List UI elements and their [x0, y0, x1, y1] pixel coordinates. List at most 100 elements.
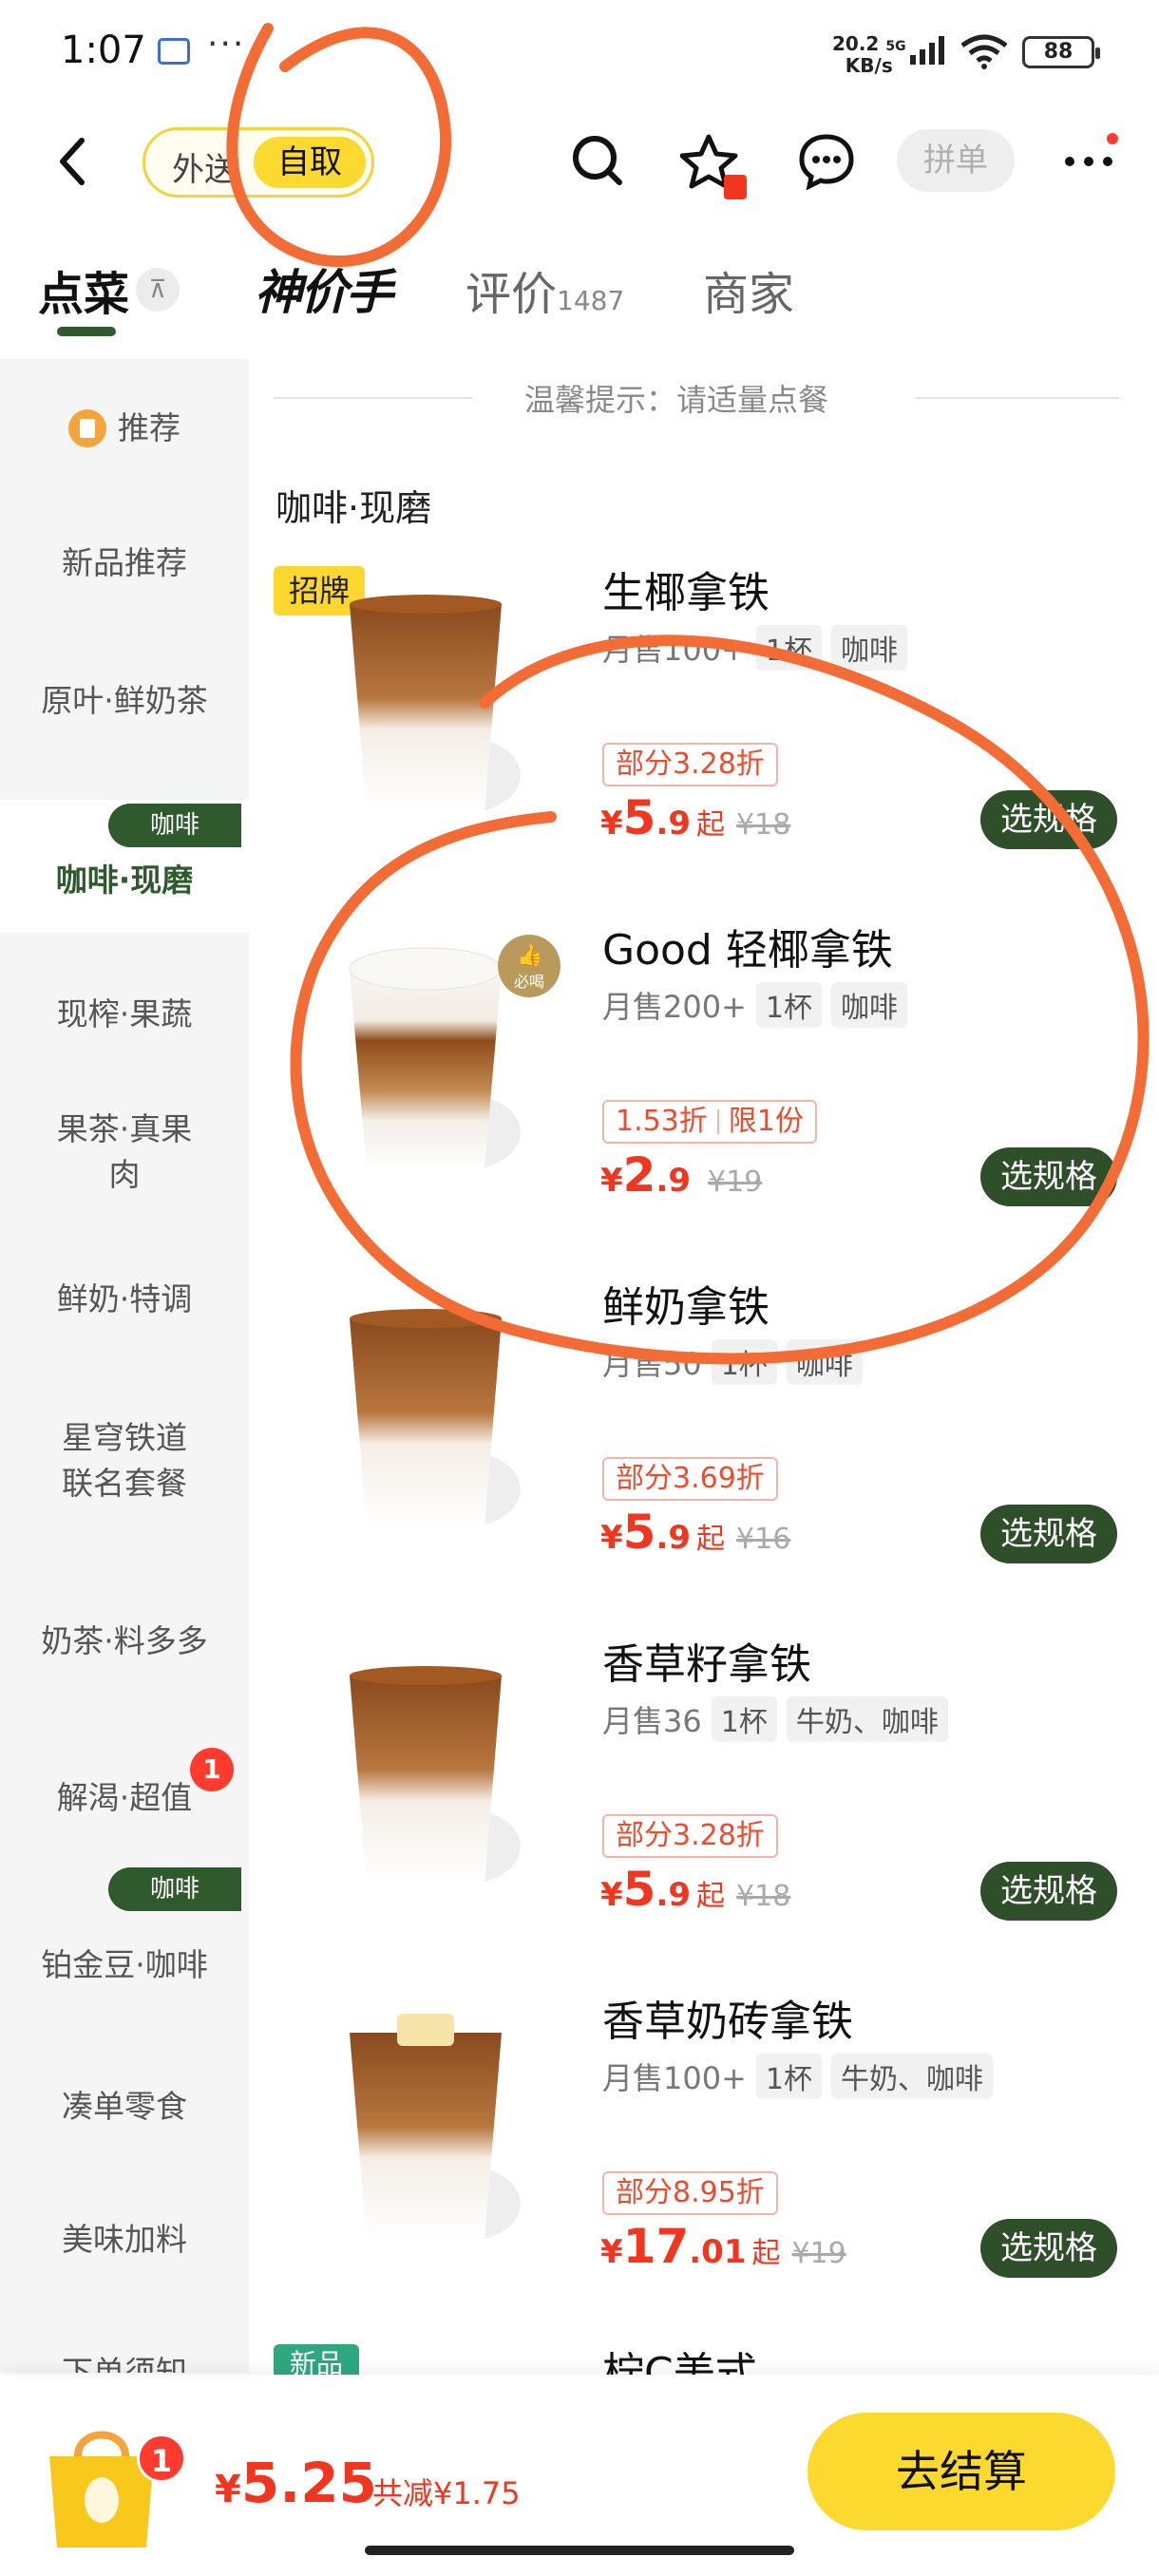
- delivery-option[interactable]: 外送: [172, 143, 237, 190]
- more-notifications-icon: ···: [207, 25, 246, 64]
- product-price: ¥17.01 起 ¥19: [600, 2219, 846, 2274]
- category-tag: 咖啡: [786, 1339, 863, 1385]
- product-card[interactable]: 必喝 Good 轻椰拿铁 月售200+ 1杯 咖啡 1.53折 限1份 ¥2.9…: [249, 916, 1159, 1273]
- delivery-mode-toggle[interactable]: 外送 自取: [142, 127, 374, 198]
- cart-total: ¥5.25: [215, 2451, 377, 2515]
- product-name: 香草籽拿铁: [602, 1640, 811, 1689]
- sidebar-item-label: 鲜奶·特调: [56, 1280, 193, 1317]
- search-icon[interactable]: [570, 133, 627, 190]
- discount-tag: 部分3.28折: [602, 743, 778, 786]
- sidebar-item-label: 解渴·超值: [56, 1779, 193, 1816]
- back-button[interactable]: [49, 133, 97, 190]
- discount-text: 1.53折: [616, 1105, 708, 1138]
- collapse-icon[interactable]: ⊼: [136, 268, 180, 312]
- sidebar-badge: 1: [190, 1748, 234, 1791]
- monthly-sales: 月售200+: [602, 989, 747, 1025]
- size-tag: 1杯: [755, 982, 822, 1028]
- tab-reviews[interactable]: 评价1487: [466, 256, 624, 323]
- sidebar-item-milk-tea[interactable]: 奶茶·料多多: [0, 1584, 249, 1698]
- discount-text: 部分8.95折: [616, 2176, 765, 2209]
- discount-text: 部分3.69折: [616, 1462, 765, 1495]
- product-meta: 月售100+ 1杯 牛奶、咖啡: [602, 2054, 993, 2099]
- select-spec-button[interactable]: 选规格: [980, 790, 1117, 849]
- group-order-button[interactable]: 拼单: [897, 129, 1015, 192]
- product-image: [350, 1666, 521, 1885]
- tab-brand[interactable]: 神价手: [255, 255, 393, 323]
- sidebar-item-label: 星穹铁道联名套餐: [62, 1419, 187, 1502]
- discount-tag: 部分3.69折: [602, 1457, 778, 1501]
- sidebar-item-label: 奶茶·料多多: [41, 1622, 208, 1659]
- tab-reviews-count: 1487: [557, 285, 625, 316]
- more-options-icon[interactable]: [1060, 142, 1117, 180]
- category-sidebar[interactable]: 推荐 新品推荐 原叶·鲜奶茶 咖啡·现磨 咖啡 现榨·果蔬 果茶·真果肉 鲜奶·…: [0, 359, 249, 2373]
- size-tag: 1杯: [755, 625, 822, 671]
- cart-saved: 共减¥1.75: [372, 2475, 521, 2511]
- sidebar-item-addons[interactable]: 美味加料: [0, 2192, 249, 2287]
- wifi-icon: [960, 34, 1008, 69]
- home-indicator[interactable]: [365, 2546, 794, 2555]
- product-card[interactable]: 新品 柠C美式: [249, 2344, 1159, 2375]
- sidebar-tag-coffee: 咖啡: [108, 804, 241, 847]
- select-spec-button[interactable]: 选规格: [980, 1147, 1117, 1206]
- sidebar-item-notice[interactable]: 下单须知: [0, 2325, 249, 2373]
- category-tag: 咖啡: [831, 625, 907, 671]
- recommend-icon: [68, 409, 106, 447]
- product-card[interactable]: 鲜奶拿铁 月售50 1杯 咖啡 部分3.69折 ¥5.9 起 ¥16 选规格: [249, 1273, 1159, 1630]
- size-tag: 1杯: [711, 1339, 777, 1385]
- sidebar-item-snacks[interactable]: 凑单零食: [0, 2059, 249, 2154]
- status-time: 1:07: [61, 28, 146, 72]
- category-tag: 牛奶、咖啡: [786, 1696, 948, 1742]
- mail-notification-icon: [158, 38, 190, 65]
- network-speed: 20.2 5G KB/s: [832, 32, 906, 77]
- checkout-button[interactable]: 去结算: [808, 2413, 1115, 2530]
- product-image: [350, 2014, 521, 2242]
- sidebar-item-fruit-tea[interactable]: 果茶·真果肉: [0, 1081, 249, 1223]
- product-price: ¥5.9 起 ¥18: [600, 790, 791, 845]
- product-name: 柠C美式: [602, 2349, 757, 2375]
- select-spec-button[interactable]: 选规格: [980, 1505, 1117, 1563]
- product-card[interactable]: 招牌 生椰拿铁 月售100+ 1杯 咖啡 部分3.28折 ¥5.9 起 ¥18 选…: [249, 559, 1159, 916]
- tab-merchant[interactable]: 商家: [703, 256, 794, 323]
- discount-tag: 部分3.28折: [602, 1814, 778, 1858]
- sidebar-item-tea[interactable]: 原叶·鲜奶茶: [0, 635, 249, 767]
- sidebar-item-recommend[interactable]: 推荐: [0, 376, 249, 481]
- product-image: [350, 1309, 521, 1527]
- size-tag: 1杯: [711, 1696, 777, 1742]
- category-tag: 牛奶、咖啡: [831, 2054, 993, 2099]
- sidebar-item-platinum[interactable]: 铂金豆·咖啡: [0, 1904, 249, 2027]
- chat-icon[interactable]: [798, 133, 855, 190]
- product-name: 香草奶砖拿铁: [602, 1998, 853, 2046]
- product-card[interactable]: 香草奶砖拿铁 月售100+ 1杯 牛奶、咖啡 部分8.95折 ¥17.01 起 ¥…: [249, 1987, 1159, 2344]
- product-name: Good 轻椰拿铁: [602, 926, 893, 975]
- discount-tag: 部分8.95折: [602, 2171, 778, 2215]
- sidebar-item-milk[interactable]: 鲜奶·特调: [0, 1242, 249, 1356]
- battery-indicator: 88: [1022, 36, 1100, 68]
- sidebar-item-combo[interactable]: 星穹铁道联名套餐: [0, 1404, 249, 1518]
- monthly-sales: 月售100+: [602, 632, 747, 668]
- monthly-sales: 月售36: [602, 1703, 702, 1739]
- discount-text: 部分3.28折: [616, 1819, 765, 1852]
- sidebar-item-label: 凑单零食: [62, 2088, 187, 2125]
- sidebar-item-new[interactable]: 新品推荐: [0, 511, 249, 616]
- product-name: 鲜奶拿铁: [602, 1283, 770, 1332]
- product-meta: 月售200+ 1杯 咖啡: [602, 982, 907, 1028]
- sidebar-item-label: 原叶·鲜奶茶: [41, 682, 208, 719]
- select-spec-button[interactable]: 选规格: [980, 2219, 1117, 2278]
- sidebar-item-juice[interactable]: 现榨·果蔬: [0, 948, 249, 1081]
- sidebar-item-label: 推荐: [118, 409, 180, 446]
- product-card[interactable]: 香草籽拿铁 月售36 1杯 牛奶、咖啡 部分3.28折 ¥5.9 起 ¥18 选规…: [249, 1630, 1159, 1987]
- favorite-star-icon[interactable]: [680, 133, 750, 203]
- product-price: ¥5.9 起 ¥16: [600, 1505, 791, 1560]
- product-meta: 月售36 1杯 牛奶、咖啡: [602, 1696, 948, 1742]
- product-price: ¥5.9 起 ¥18: [600, 1862, 791, 1917]
- select-spec-button[interactable]: 选规格: [980, 1862, 1117, 1921]
- pickup-option[interactable]: 自取: [254, 137, 366, 188]
- section-title: 咖啡·现磨: [276, 487, 432, 529]
- divider: [274, 397, 473, 399]
- tab-order[interactable]: 点菜: [38, 256, 129, 323]
- product-image: [349, 947, 521, 1170]
- product-name: 生椰拿铁: [602, 569, 770, 617]
- product-meta: 月售100+ 1杯 咖啡: [602, 625, 907, 671]
- sidebar-item-label: 下单须知: [62, 2354, 187, 2373]
- tip-text: 温馨提示：请适量点餐: [524, 382, 829, 418]
